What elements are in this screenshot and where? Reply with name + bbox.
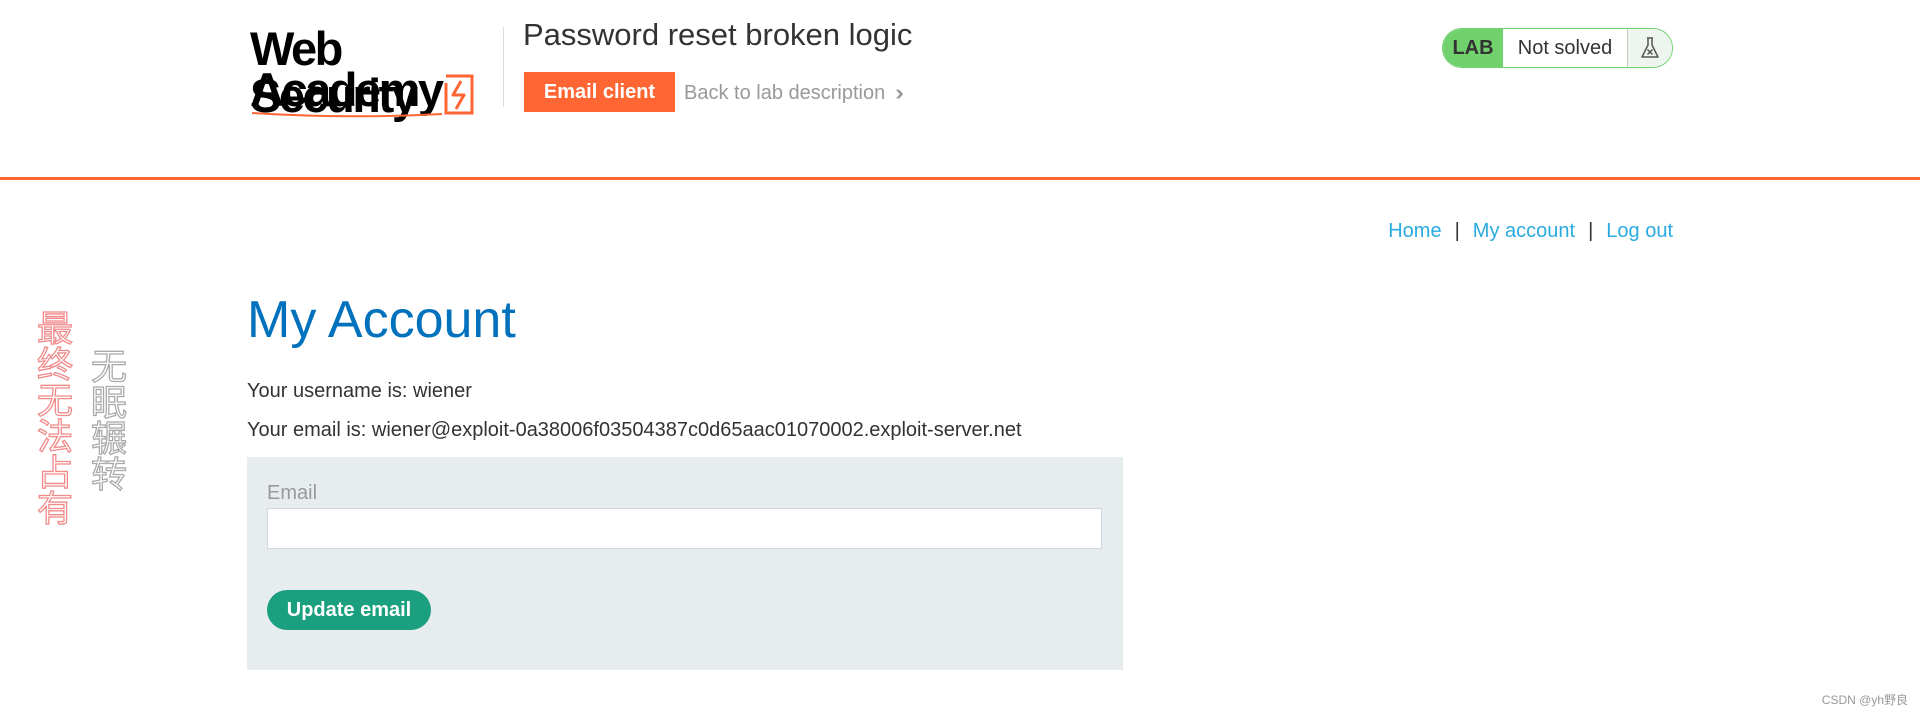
back-to-lab-description-link[interactable]: Back to lab description ›› [684, 80, 903, 106]
email-field-label: Email [267, 482, 318, 504]
nav-log-out-link[interactable]: Log out [1606, 220, 1673, 243]
side-char: 辗 [90, 419, 127, 460]
nav-separator: | [1454, 220, 1460, 242]
side-char: 最 [36, 309, 73, 350]
nav-home-link[interactable]: Home [1388, 220, 1441, 243]
double-chevron-right-icon: ›› [895, 80, 903, 105]
side-char: 眠 [90, 383, 127, 424]
side-char: 占 [36, 453, 73, 494]
decorative-vertical-text-red: 最 终 无 法 占 有 [35, 309, 75, 530]
lightning-logo-icon [251, 74, 474, 118]
side-char: 法 [36, 417, 73, 458]
email-input[interactable] [267, 508, 1102, 549]
flask-icon [1628, 29, 1672, 67]
lab-badge: LAB [1443, 29, 1503, 67]
lab-status-text: Not solved [1503, 29, 1628, 67]
email-text: Your email is: wiener@exploit-0a38006f03… [247, 419, 1022, 441]
side-char: 转 [90, 455, 127, 496]
nav-separator: | [1588, 220, 1594, 242]
page-title: My Account [247, 291, 516, 349]
side-char: 无 [90, 347, 127, 388]
lab-status-widget: LAB Not solved [1442, 28, 1673, 68]
change-email-form: Email Update email [247, 457, 1123, 670]
decorative-vertical-text-gray: 无 眠 辗 转 [89, 347, 129, 496]
back-link-label: Back to lab description [684, 81, 886, 104]
header-divider [503, 27, 504, 107]
side-char: 有 [36, 489, 73, 530]
email-client-button[interactable]: Email client [524, 72, 675, 112]
lab-header: Web Security Academy Password reset brok… [0, 0, 1920, 180]
username-text: Your username is: wiener [247, 380, 472, 402]
csdn-watermark: CSDN @yh野良 [1821, 693, 1908, 707]
account-nav: Home | My account | Log out [1388, 220, 1673, 243]
side-char: 无 [36, 381, 73, 422]
update-email-button[interactable]: Update email [267, 590, 431, 630]
nav-my-account-link[interactable]: My account [1473, 220, 1575, 243]
side-char: 终 [36, 345, 73, 386]
web-security-academy-logo[interactable]: Web Security Academy [250, 25, 500, 120]
lab-title: Password reset broken logic [523, 17, 913, 52]
